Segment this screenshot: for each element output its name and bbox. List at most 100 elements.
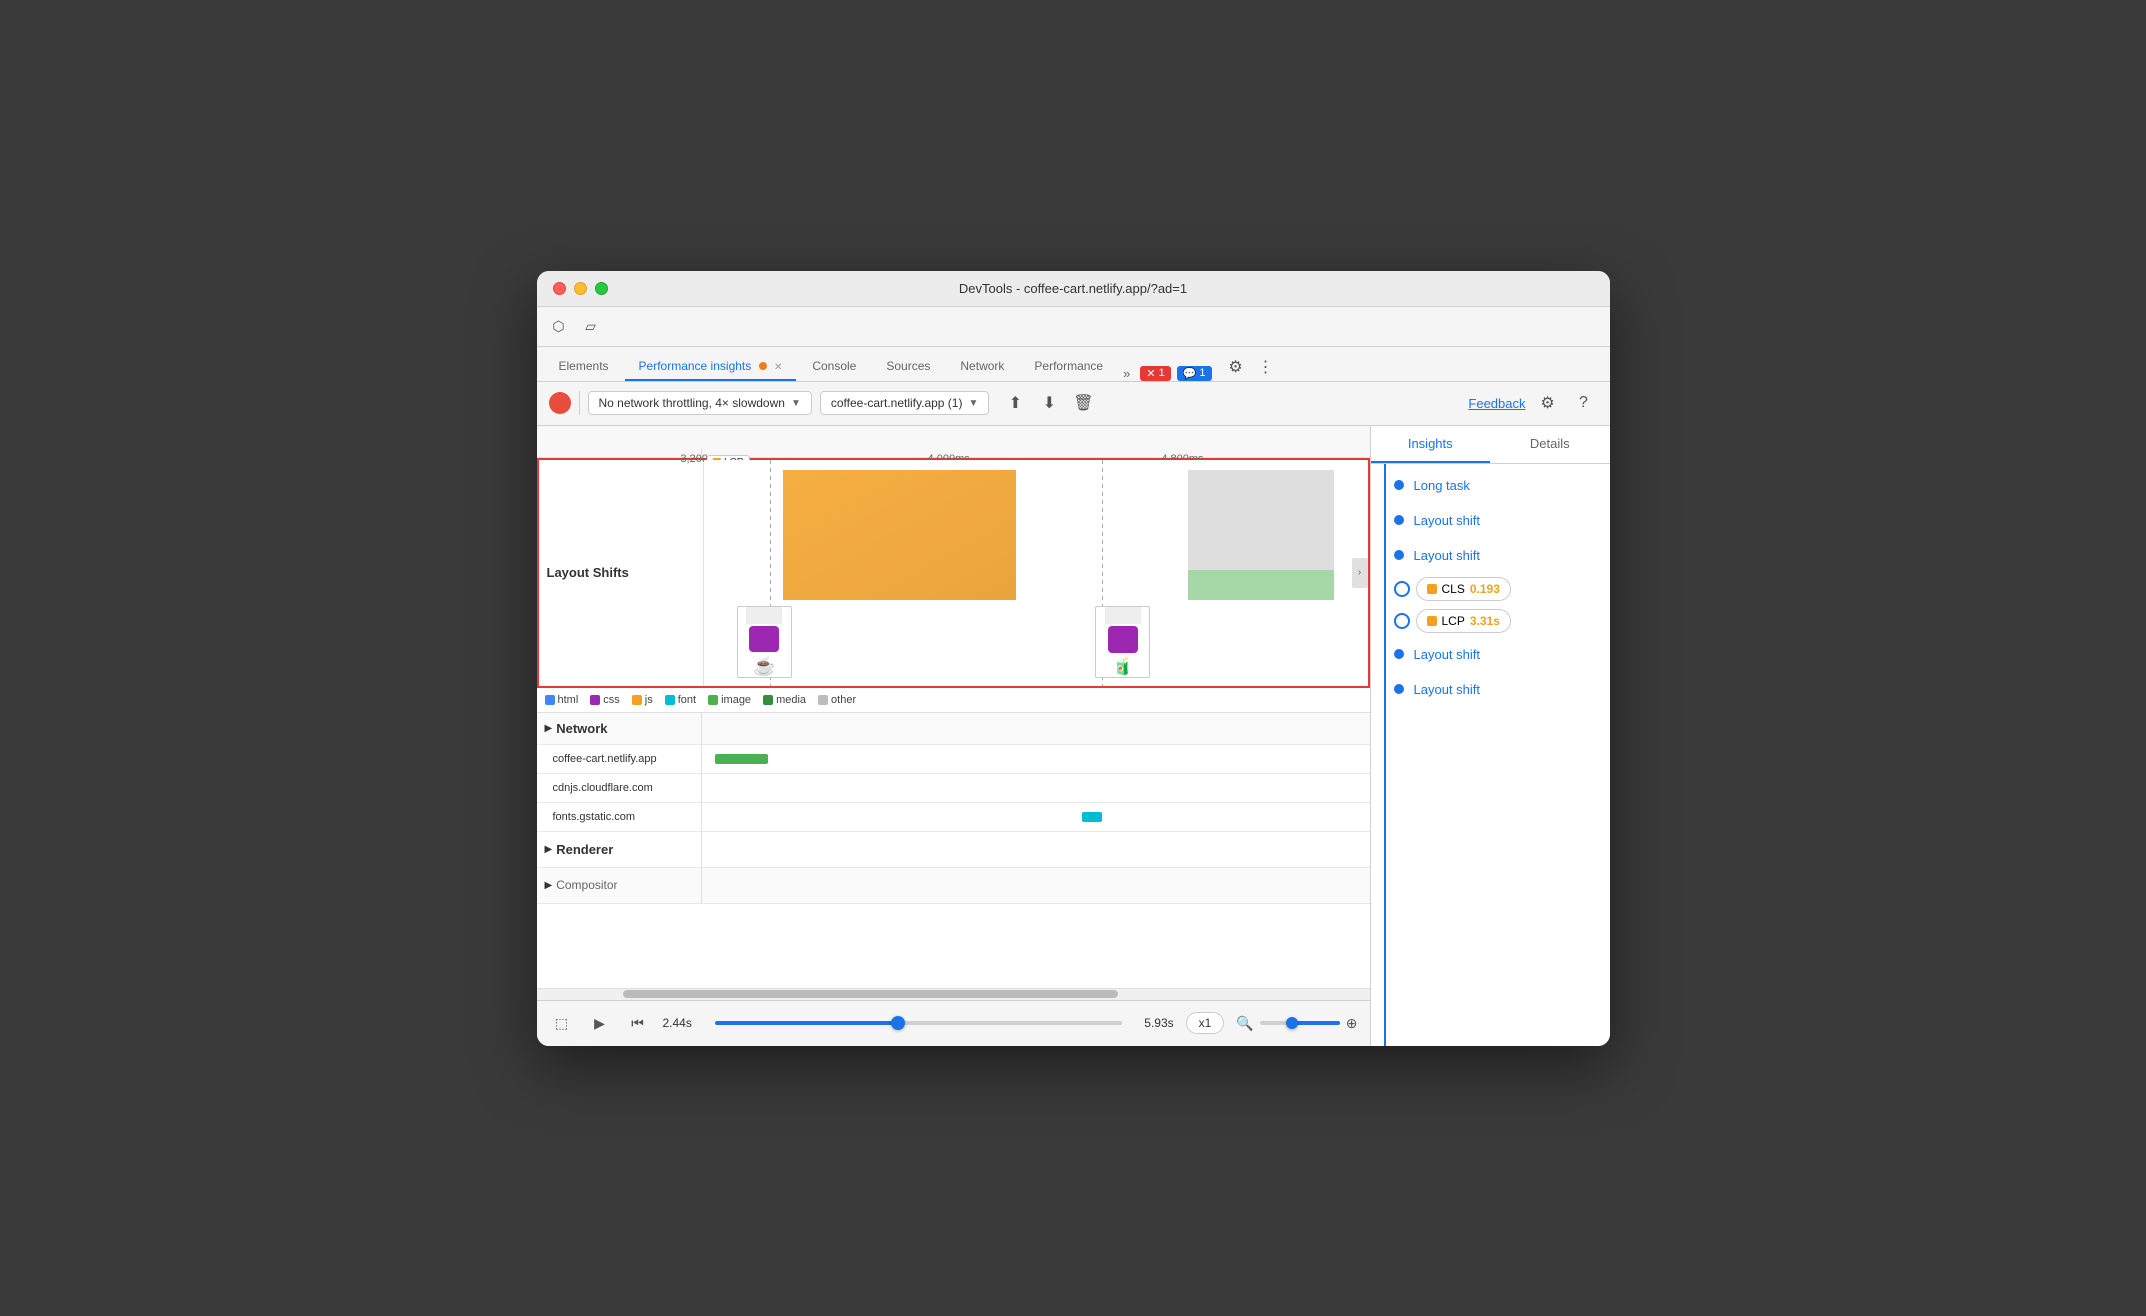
- compositor-expand-icon[interactable]: ▶: [545, 880, 553, 891]
- main-toolbar: ⬡ ▱: [537, 307, 1610, 347]
- title-bar: DevTools - coffee-cart.netlify.app/?ad=1: [537, 271, 1610, 307]
- zoom-out-icon[interactable]: 🔍: [1236, 1015, 1253, 1032]
- renderer-expand-icon[interactable]: ▶: [545, 844, 553, 855]
- scroll-indicator[interactable]: ›: [1352, 558, 1368, 588]
- thumbnail-before: ☕: [737, 606, 792, 678]
- upload-icon[interactable]: ⬆: [1001, 389, 1029, 417]
- zoom-in-icon[interactable]: ⊕: [1346, 1015, 1358, 1032]
- network-host-2: cdnjs.cloudflare.com: [537, 774, 702, 802]
- timeline-body[interactable]: Layout Shifts ☕: [537, 458, 1370, 988]
- legend-other: other: [818, 694, 856, 706]
- chevron-down-icon: ▼: [791, 398, 801, 409]
- right-panel: Insights Details Long task: [1370, 426, 1610, 1046]
- tab-sources[interactable]: Sources: [872, 353, 944, 381]
- long-task-link[interactable]: Long task: [1414, 478, 1470, 493]
- maximize-button[interactable]: [595, 282, 608, 295]
- throttle-dropdown[interactable]: No network throttling, 4× slowdown ▼: [588, 391, 812, 415]
- network-host-3: fonts.gstatic.com: [537, 803, 702, 831]
- close-button[interactable]: [553, 282, 566, 295]
- font-color-dot: [665, 695, 675, 705]
- renderer-label: ▶ Renderer: [537, 832, 702, 867]
- thumb-purple-box-2: [1108, 626, 1138, 652]
- help-icon[interactable]: ?: [1570, 389, 1598, 417]
- screenshot-toggle-icon[interactable]: ⬚: [549, 1010, 575, 1036]
- time-end-label: 5.93s: [1134, 1016, 1174, 1030]
- scrollbar-thumb[interactable]: [623, 990, 1118, 998]
- settings-gear-icon[interactable]: ⚙: [1534, 389, 1562, 417]
- cls-label: CLS: [1442, 582, 1465, 596]
- expand-arrow-icon[interactable]: ▶: [545, 723, 553, 734]
- lcp-badge-item: LCP 3.31s: [1416, 609, 1511, 633]
- more-options-icon[interactable]: ⋮: [1252, 353, 1280, 381]
- feedback-link[interactable]: Feedback: [1468, 396, 1525, 411]
- subtoolbar: No network throttling, 4× slowdown ▼ cof…: [537, 382, 1610, 426]
- js-color-dot: [632, 695, 642, 705]
- timeline-scrubber[interactable]: [715, 1021, 1122, 1025]
- tab-elements[interactable]: Elements: [545, 353, 623, 381]
- other-color-dot: [818, 695, 828, 705]
- insight-entry-layout-shift-4: Layout shift: [1399, 672, 1610, 707]
- horizontal-scrollbar[interactable]: [537, 988, 1370, 1000]
- zoom-slider-track[interactable]: [1260, 1021, 1340, 1025]
- pointer-tool-icon[interactable]: ⬡: [545, 312, 573, 340]
- thumbnail-inner-2: 🧃: [1096, 607, 1149, 677]
- settings-icon[interactable]: ⚙: [1222, 353, 1250, 381]
- lcp-color-square: [1427, 616, 1437, 626]
- layout-shift-link-1[interactable]: Layout shift: [1414, 513, 1481, 528]
- chevron-down-icon: ▼: [968, 398, 978, 409]
- thumb-cup-icon: ☕: [753, 656, 775, 677]
- back-to-start-icon[interactable]: ⏮: [625, 1010, 651, 1036]
- cls-badge: CLS 0.193: [1416, 577, 1511, 601]
- tab-performance-insights[interactable]: Performance insights ✕: [625, 353, 797, 381]
- message-badge: 💬 1: [1177, 366, 1212, 381]
- timeline-label-col: [537, 449, 702, 457]
- download-icon[interactable]: ⬇: [1035, 389, 1063, 417]
- network-row-3: fonts.gstatic.com: [537, 803, 1370, 832]
- lcp-label-badge: LCP: [1442, 614, 1465, 628]
- tab-console[interactable]: Console: [798, 353, 870, 381]
- legend-js: js: [632, 694, 653, 706]
- compositor-content: [702, 868, 1370, 903]
- compositor-label: ▶ Compositor: [537, 868, 702, 903]
- network-bar-container-3: [702, 803, 1370, 831]
- minimize-button[interactable]: [574, 282, 587, 295]
- insight-entry-layout-shift-3: Layout shift: [1399, 637, 1610, 672]
- timeline-header: 3,200ms 4,000ms 4,800ms LCP: [537, 426, 1370, 458]
- tab-insights[interactable]: Insights: [1371, 426, 1491, 463]
- thumb-product-icon: 🧃: [1113, 657, 1133, 677]
- layout-shift-link-2[interactable]: Layout shift: [1414, 548, 1481, 563]
- network-bar-container-2: [702, 774, 1370, 802]
- layout-shifts-content: ☕ 🧃 ›: [704, 460, 1368, 686]
- insights-content-wrapper: Long task Layout shift Layout shift: [1371, 464, 1610, 1046]
- network-row-1: coffee-cart.netlify.app: [537, 745, 1370, 774]
- tab-performance[interactable]: Performance: [1020, 353, 1117, 381]
- record-button[interactable]: [549, 392, 571, 414]
- layout-shift-link-4[interactable]: Layout shift: [1414, 682, 1481, 697]
- network-label: ▶ Network: [537, 713, 702, 744]
- scrubber-thumb[interactable]: [891, 1016, 905, 1030]
- layout-shift-link-3[interactable]: Layout shift: [1414, 647, 1481, 662]
- target-dropdown[interactable]: coffee-cart.netlify.app (1) ▼: [820, 391, 990, 415]
- left-panel: 3,200ms 4,000ms 4,800ms LCP Lay: [537, 426, 1370, 1046]
- thumb-header-2: [1105, 607, 1141, 625]
- layout-shift-orange-block: [783, 470, 1015, 600]
- insight-entry-long-task: Long task: [1399, 468, 1610, 503]
- scrubber-track[interactable]: [715, 1021, 1122, 1025]
- insight-entry-layout-shift-1: Layout shift: [1399, 503, 1610, 538]
- tab-network[interactable]: Network: [946, 353, 1018, 381]
- timeline-vertical-line: [1384, 464, 1386, 1046]
- insight-entry-layout-shift-2: Layout shift: [1399, 538, 1610, 573]
- delete-icon[interactable]: 🗑: [1069, 389, 1097, 417]
- insights-entries: Long task Layout shift Layout shift: [1399, 464, 1610, 1046]
- message-icon: 💬: [1183, 367, 1197, 380]
- lcp-badge-container: LCP 3.31s: [1394, 609, 1610, 633]
- play-icon[interactable]: ▶: [587, 1010, 613, 1036]
- compositor-text: Compositor: [556, 878, 617, 892]
- device-toggle-icon[interactable]: ▱: [577, 312, 605, 340]
- tab-details[interactable]: Details: [1490, 426, 1610, 463]
- layout-shift-gray-block: [1188, 470, 1334, 570]
- zoom-slider-thumb[interactable]: [1286, 1017, 1298, 1029]
- network-bar-3: [1082, 812, 1102, 822]
- tab-close-icon[interactable]: ✕: [774, 362, 782, 373]
- more-tabs-button[interactable]: »: [1123, 366, 1130, 381]
